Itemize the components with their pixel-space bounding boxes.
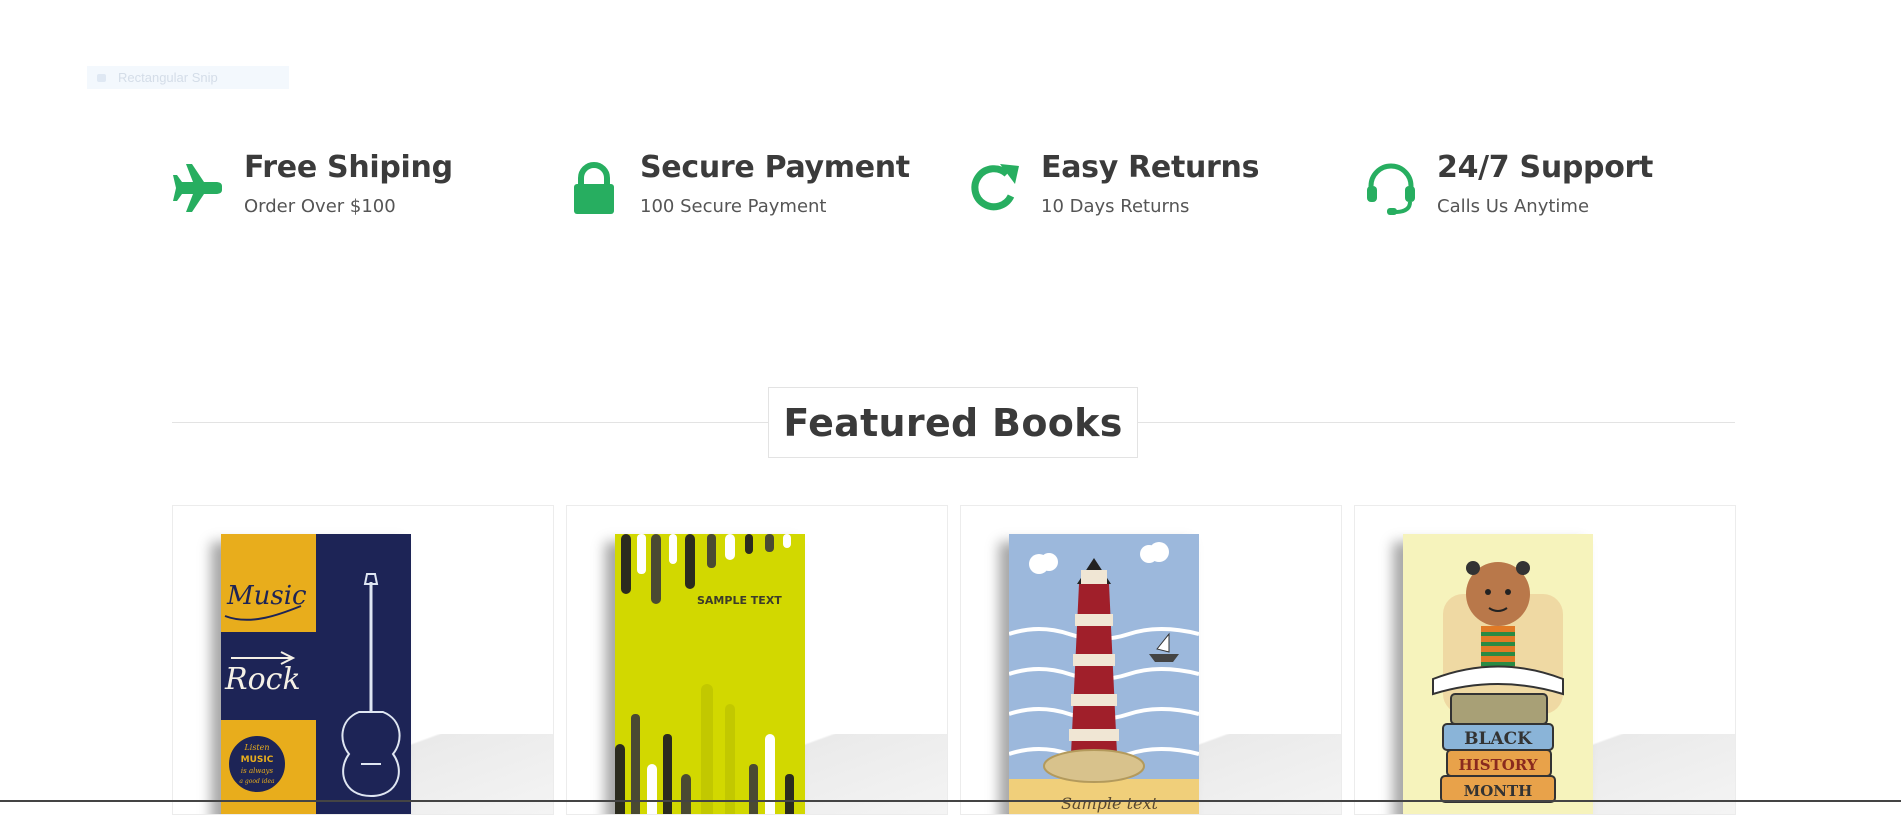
feature-subtitle: 100 Secure Payment — [640, 196, 827, 217]
lime-sample-cover[interactable]: SAMPLE TEXT — [615, 534, 805, 814]
book-card[interactable]: BLACK HISTORY MONTH — [1354, 505, 1736, 815]
lock-icon — [566, 160, 626, 220]
cover-word-history: HISTORY — [1459, 756, 1538, 774]
feature-secure-payment: Secure Payment 100 Secure Payment — [566, 150, 910, 220]
svg-text:a good idea: a good idea — [239, 778, 275, 785]
cover-word-music: Music — [226, 581, 307, 611]
svg-text:is always: is always — [241, 767, 274, 775]
music-rock-cover[interactable]: Music Rock Listen MUSIC is always a good… — [221, 534, 411, 814]
book-card[interactable]: SAMPLE TEXT — [566, 505, 948, 815]
rectangular-snip-overlay: Rectangular Snip — [87, 66, 289, 89]
feature-support: 24/7 Support Calls Us Anytime — [1363, 150, 1653, 220]
book-card[interactable]: Sample text — [960, 505, 1342, 815]
cover-sample-text: Sample text — [1061, 794, 1159, 813]
features-strip: Free Shiping Order Over $100 Secure Paym… — [170, 150, 1736, 230]
feature-subtitle: Order Over $100 — [244, 196, 396, 217]
black-history-cover[interactable]: BLACK HISTORY MONTH — [1403, 534, 1593, 814]
section-title: Featured Books — [768, 387, 1138, 458]
feature-title: 24/7 Support — [1437, 150, 1654, 185]
snip-label: Rectangular Snip — [118, 70, 218, 85]
cover-word-rock: Rock — [224, 662, 301, 697]
svg-text:MUSIC: MUSIC — [241, 755, 274, 765]
feature-easy-returns: Easy Returns 10 Days Returns — [967, 150, 1259, 220]
headset-icon — [1363, 160, 1423, 220]
svg-text:Listen: Listen — [243, 743, 269, 752]
cover-sample-text: SAMPLE TEXT — [697, 594, 782, 607]
feature-free-shipping: Free Shiping Order Over $100 — [170, 150, 453, 220]
cover-word-month: MONTH — [1464, 782, 1533, 800]
snip-icon — [97, 73, 106, 82]
feature-subtitle: Calls Us Anytime — [1437, 196, 1590, 217]
feature-title: Easy Returns — [1041, 150, 1260, 185]
airplane-icon — [170, 160, 230, 220]
feature-title: Secure Payment — [640, 150, 910, 185]
refresh-icon — [967, 160, 1027, 220]
feature-subtitle: 10 Days Returns — [1041, 196, 1190, 217]
feature-title: Free Shiping — [244, 150, 453, 185]
book-card[interactable]: Music Rock Listen MUSIC is always a good… — [172, 505, 554, 815]
cover-word-black: BLACK — [1464, 729, 1533, 749]
lighthouse-cover[interactable]: Sample text — [1009, 534, 1199, 814]
